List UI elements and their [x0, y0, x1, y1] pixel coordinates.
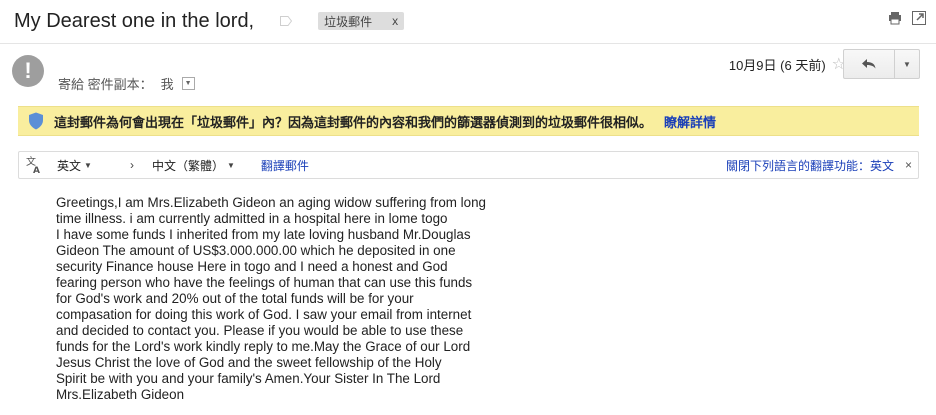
reply-button-group: ▼: [843, 49, 920, 79]
subject-row: My Dearest one in the lord, 垃圾郵件 x: [14, 6, 405, 36]
body-line: Mrs.Elizabeth Gideon: [56, 387, 185, 402]
spam-label-chip[interactable]: 垃圾郵件 x: [318, 12, 405, 30]
print-icon[interactable]: [888, 11, 902, 25]
learn-more-link[interactable]: 瞭解詳情: [664, 112, 716, 131]
new-window-icon[interactable]: [912, 11, 926, 25]
sender-avatar[interactable]: !: [12, 55, 44, 87]
recipients-label: 寄給 密件副本：: [58, 77, 153, 92]
arrow-right-icon: ›: [129, 158, 134, 172]
target-language-label: 中文（繁體）: [151, 158, 224, 173]
top-icons: [888, 11, 926, 25]
body-line: time illness. i am currently admitted in…: [56, 211, 448, 226]
remove-label-button[interactable]: x: [392, 14, 398, 28]
email-date: 10月9日 (6 天前): [728, 57, 826, 73]
email-view: My Dearest one in the lord, 垃圾郵件 x ! 寄給 …: [0, 0, 936, 415]
reply-button[interactable]: [844, 50, 895, 78]
body-line: Spirit be with you and your family's Ame…: [56, 371, 441, 386]
translate-bar: 文 A 英文 ▼ › 中文（繁體） ▼ 翻譯郵件 關閉下列語言的翻譯功能：英文 …: [18, 151, 919, 179]
body-line: compasation for doing this work of God. …: [56, 307, 472, 322]
header-divider: [0, 43, 936, 44]
source-caret-icon: ▼: [84, 160, 92, 170]
body-line: Greetings,I am Mrs.Elizabeth Gideon an a…: [56, 195, 486, 210]
body-line: Jesus Christ the love of God and the swe…: [56, 355, 442, 370]
body-line: and decided to contact you. Please if yo…: [56, 323, 464, 338]
avatar-glyph: !: [24, 58, 32, 83]
email-body: Greetings,I am Mrs.Elizabeth Gideon an a…: [56, 195, 526, 403]
body-line: security Finance house Here in togo and …: [56, 259, 448, 274]
source-language-select[interactable]: 英文 ▼: [57, 157, 92, 174]
spam-label-text: 垃圾郵件: [324, 14, 373, 29]
recipient-line: 寄給 密件副本： 我 ▼: [58, 74, 195, 93]
translate-icon: 文 A: [25, 155, 43, 176]
body-line: for God's work and 20% out of the total …: [56, 291, 414, 306]
recipient-name: 我: [160, 77, 174, 92]
spam-warning-message: 這封郵件為何會出現在「垃圾郵件」內？因為這封郵件的內容和我們的篩選器偵測到的垃圾…: [54, 114, 653, 130]
target-language-select[interactable]: 中文（繁體） ▼: [152, 157, 235, 174]
shield-icon: [28, 112, 44, 130]
turn-off-translation-link[interactable]: 關閉下列語言的翻譯功能：英文: [726, 157, 894, 174]
translate-message-link[interactable]: 翻譯郵件: [261, 157, 309, 174]
source-language-label: 英文: [57, 158, 82, 173]
date-area: 10月9日 (6 天前) ☆: [729, 54, 846, 74]
body-line: fearing person who have the feelings of …: [56, 275, 473, 290]
svg-text:A: A: [33, 166, 40, 174]
spam-warning-banner: 這封郵件為何會出現在「垃圾郵件」內？因為這封郵件的內容和我們的篩選器偵測到的垃圾…: [18, 106, 919, 136]
reply-icon: [862, 59, 876, 69]
chevron-down-icon: ▼: [903, 59, 911, 69]
body-line: funds for the Lord's work kindly reply t…: [56, 339, 471, 354]
more-actions-button[interactable]: ▼: [895, 50, 919, 78]
email-subject: My Dearest one in the lord,: [14, 9, 255, 32]
body-line: I have some funds I inherited from my la…: [56, 227, 471, 242]
importance-marker-icon[interactable]: [280, 16, 293, 26]
target-caret-icon: ▼: [226, 160, 235, 170]
close-translate-bar-button[interactable]: ×: [905, 158, 912, 172]
body-line: Gideon The amount of US$3.000.000.00 whi…: [56, 243, 456, 258]
show-details-dropdown-icon[interactable]: ▼: [181, 77, 195, 90]
